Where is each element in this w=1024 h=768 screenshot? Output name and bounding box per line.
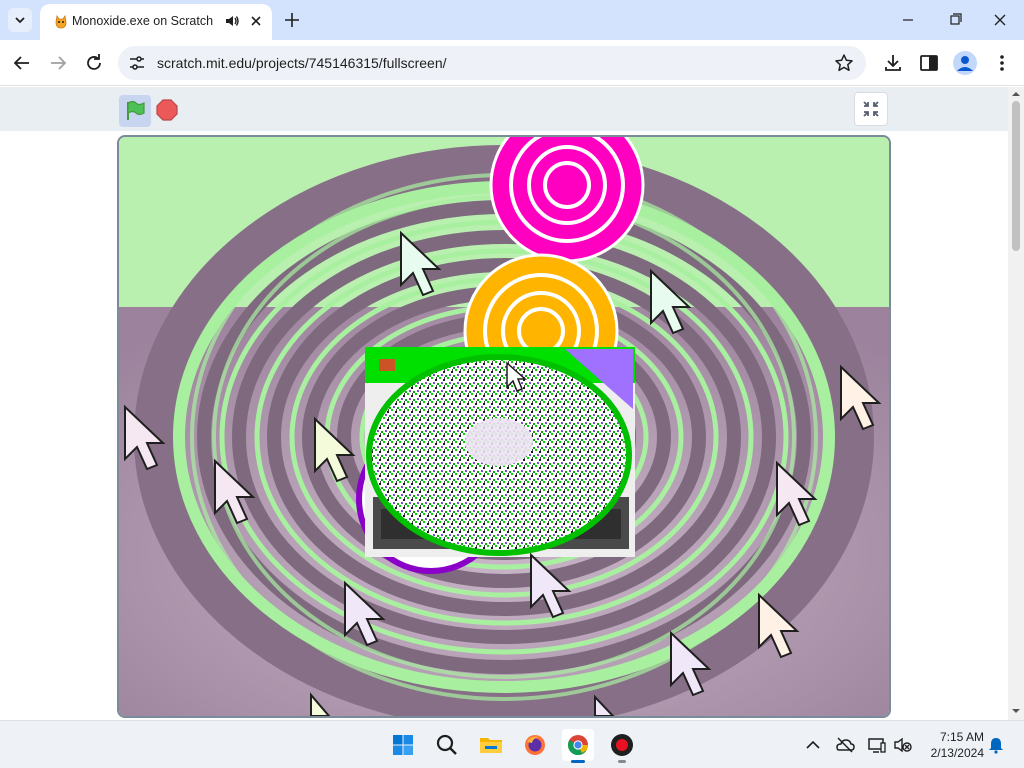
windows-start-icon	[393, 735, 413, 755]
tab-title: Monoxide.exe on Scratch	[72, 14, 214, 28]
plus-icon[interactable]	[282, 10, 302, 30]
page-scrollbar[interactable]	[1008, 87, 1024, 720]
window-close-icon[interactable]	[988, 10, 1012, 30]
file-explorer-icon	[480, 738, 502, 753]
taskbar-search-button[interactable]	[431, 729, 463, 761]
back-arrow-icon[interactable]	[10, 51, 34, 75]
firefox-icon	[525, 735, 545, 755]
reload-icon[interactable]	[82, 51, 106, 75]
start-button[interactable]	[387, 729, 419, 761]
download-icon[interactable]	[882, 52, 904, 74]
site-info-icon[interactable]	[128, 54, 146, 72]
forward-arrow-icon[interactable]	[46, 51, 70, 75]
scrollbar-thumb[interactable]	[1012, 101, 1020, 251]
glitch-window	[365, 347, 635, 557]
volume-muted-icon[interactable]	[893, 735, 913, 755]
chevron-down-icon	[15, 17, 25, 24]
person-icon	[957, 56, 973, 71]
scratch-control-bar	[0, 87, 1008, 131]
scratch-stage[interactable]	[117, 135, 891, 718]
speaker-icon[interactable]	[224, 13, 240, 29]
search-icon	[436, 734, 457, 755]
chrome-icon	[567, 735, 589, 756]
side-panel-icon[interactable]	[918, 52, 940, 74]
onedrive-icon[interactable]	[835, 735, 855, 755]
url-text[interactable]: scratch.mit.edu/projects/745146315/fulls…	[157, 55, 447, 71]
stop-sign-icon[interactable]	[155, 98, 179, 122]
recorder-button[interactable]	[606, 729, 638, 763]
browser-tab[interactable]: Monoxide.exe on Scratch	[40, 4, 272, 40]
profile-avatar[interactable]	[953, 51, 977, 75]
file-explorer-button[interactable]	[475, 729, 507, 761]
display-icon[interactable]	[867, 735, 887, 755]
green-flag-icon	[127, 100, 145, 120]
scroll-up-arrow-icon[interactable]	[1012, 90, 1020, 98]
chrome-button[interactable]	[562, 729, 594, 763]
green-flag-button[interactable]	[119, 95, 151, 127]
collapse-icon	[863, 101, 879, 117]
address-bar[interactable]: scratch.mit.edu/projects/745146315/fulls…	[118, 46, 866, 80]
clock-time: 7:15 AM	[939, 730, 984, 744]
system-clock[interactable]: 7:15 AM 2/13/2024	[916, 729, 984, 761]
more-menu-icon[interactable]	[992, 52, 1012, 74]
running-app-indicator	[618, 760, 626, 763]
bookmark-star-icon[interactable]	[834, 53, 854, 73]
maximize-icon[interactable]	[943, 10, 967, 30]
tab-search-button[interactable]	[8, 8, 32, 32]
notification-bell-icon[interactable]	[987, 736, 1005, 754]
active-app-indicator	[571, 760, 585, 763]
windows-taskbar: 7:15 AM 2/13/2024	[0, 720, 1024, 768]
scratch-cat-icon	[55, 14, 67, 29]
firefox-button[interactable]	[519, 729, 551, 761]
minimize-icon[interactable]	[896, 10, 920, 30]
browser-toolbar: scratch.mit.edu/projects/745146315/fulls…	[0, 40, 1024, 86]
clock-date: 2/13/2024	[930, 746, 984, 760]
tab-strip: Monoxide.exe on Scratch	[0, 0, 1024, 40]
recorder-icon	[611, 734, 633, 756]
chevron-up-icon[interactable]	[803, 735, 823, 755]
stage-canvas	[119, 137, 889, 716]
scroll-down-arrow-icon[interactable]	[1012, 707, 1020, 715]
exit-fullscreen-button[interactable]	[854, 92, 888, 126]
tab-close-icon[interactable]	[248, 13, 264, 29]
